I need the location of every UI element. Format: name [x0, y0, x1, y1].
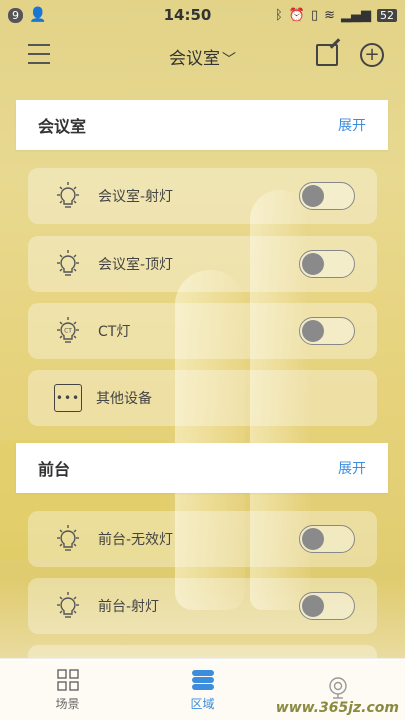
wifi-icon: ≋ — [324, 7, 335, 23]
bulb-icon — [57, 525, 79, 551]
expand-button[interactable]: 展开 — [338, 458, 366, 478]
toggle-knob — [302, 528, 324, 550]
bulb-icon — [57, 592, 79, 618]
nav-item-areas[interactable]: 区域 — [135, 659, 270, 720]
plus-circle-icon[interactable]: + — [360, 43, 384, 67]
grid-icon — [56, 668, 79, 691]
camera-icon — [328, 677, 347, 699]
power-toggle[interactable] — [299, 250, 355, 278]
toggle-knob — [302, 595, 324, 617]
ct-icon-text: CT — [64, 328, 72, 335]
vibrate-icon: ▯ — [310, 7, 319, 23]
section-title: 会议室 — [38, 117, 87, 136]
device-label: 会议室-射灯 — [98, 189, 174, 205]
device-label: 前台-射灯 — [98, 599, 160, 615]
bluetooth-icon: ᛒ — [274, 7, 283, 23]
device-label: 会议室-顶灯 — [98, 257, 174, 273]
toggle-knob — [302, 185, 324, 207]
bottom-navigation: 场景 区域 www.365jz.com — [0, 658, 405, 720]
power-toggle[interactable] — [299, 592, 355, 620]
power-toggle[interactable] — [299, 317, 355, 345]
power-toggle[interactable] — [299, 525, 355, 553]
device-row[interactable]: 前台-无效灯 — [28, 511, 377, 567]
battery-indicator: 52 — [377, 8, 397, 22]
device-label: 前台-无效灯 — [98, 532, 174, 548]
device-label: 其他设备 — [96, 391, 152, 407]
watermark: www.365jz.com — [275, 700, 399, 716]
notification-badge: 9 — [8, 7, 23, 23]
alarm-icon: ⏰ — [288, 7, 305, 23]
area-selector[interactable]: 会议室 ﹀ — [0, 44, 405, 69]
device-row[interactable]: 前台-射灯 — [28, 578, 377, 634]
device-row[interactable]: 会议室-顶灯 — [28, 236, 377, 292]
signal-icon: ▂▄▆ — [341, 7, 371, 23]
nav-label: 区域 — [190, 696, 215, 711]
device-row[interactable]: ••• 其他设备 — [28, 370, 377, 426]
page-title: 会议室 — [169, 49, 220, 69]
chevron-down-icon: ﹀ — [222, 52, 236, 68]
section-header: 会议室 展开 — [16, 100, 388, 150]
toggle-knob — [302, 253, 324, 275]
app-header: 会议室 ﹀ + — [0, 30, 405, 82]
edit-icon[interactable] — [316, 44, 338, 66]
expand-button[interactable]: 展开 — [338, 115, 366, 135]
more-devices-icon: ••• — [54, 384, 82, 412]
nav-label: 场景 — [55, 696, 80, 711]
status-bar: 9 👤 14:50 ᛒ ⏰ ▯ ≋ ▂▄▆ 52 — [0, 0, 405, 30]
layers-icon — [191, 669, 214, 690]
bulb-icon — [57, 182, 79, 208]
device-label: CT灯 — [98, 324, 131, 340]
bulb-icon — [57, 250, 79, 276]
nav-item-scenes[interactable]: 场景 — [0, 659, 135, 720]
power-toggle[interactable] — [299, 182, 355, 210]
device-row[interactable]: 会议室-射灯 — [28, 168, 377, 224]
ct-bulb-icon: CT — [57, 317, 79, 343]
toggle-knob — [302, 320, 324, 342]
device-row[interactable]: CT CT灯 — [28, 303, 377, 359]
status-time: 14:50 — [163, 6, 212, 24]
section-title: 前台 — [38, 460, 71, 479]
contacts-icon: 👤 — [29, 7, 47, 23]
section-header: 前台 展开 — [16, 443, 388, 493]
